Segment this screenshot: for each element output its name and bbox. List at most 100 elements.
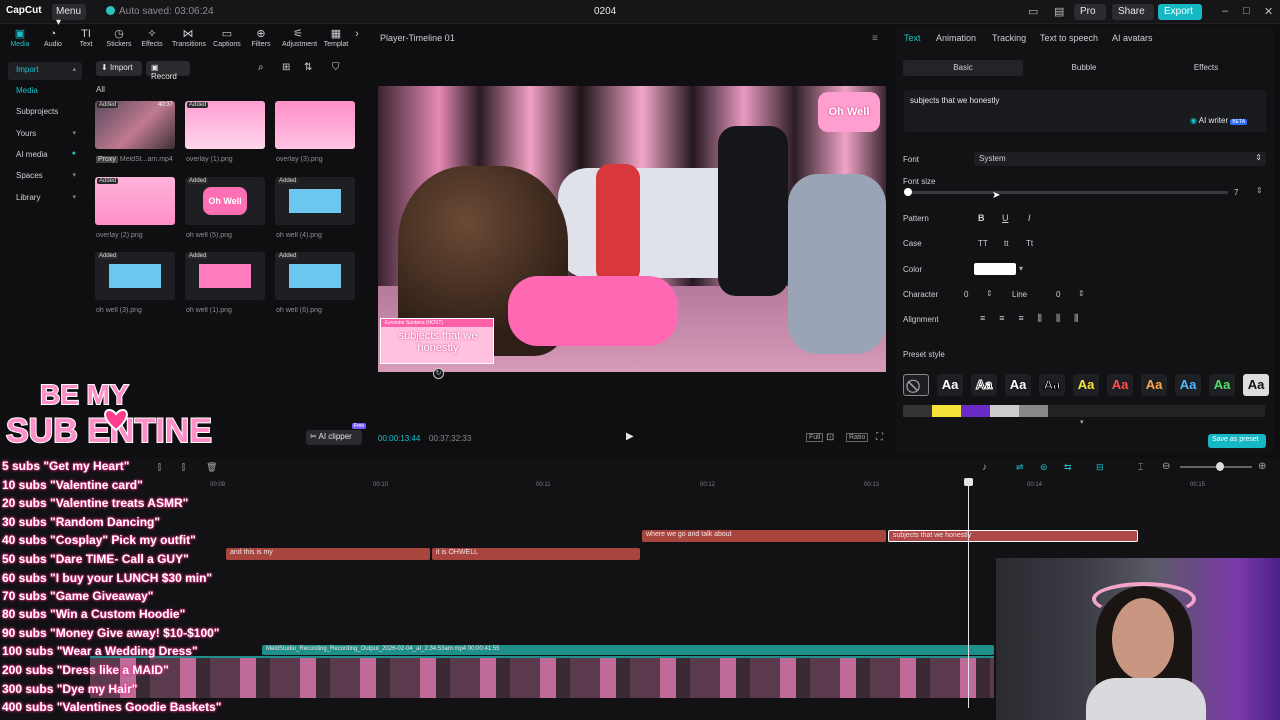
video-clip-label[interactable]: MeldStudio_Recording_Recording_Output_20… xyxy=(262,645,994,655)
align-bottom-icon[interactable]: ⫼ xyxy=(1074,313,1092,323)
preset-style-10[interactable]: Aa xyxy=(1243,374,1269,396)
text-clip[interactable]: and this is my xyxy=(226,548,430,560)
media-thumb-6[interactable]: Added xyxy=(275,177,355,225)
video-track-thumbnails[interactable] xyxy=(90,656,994,698)
preset-style-6[interactable]: Aa xyxy=(1107,374,1133,396)
share-button[interactable]: Share xyxy=(1112,4,1154,20)
snap-icon[interactable]: ⊟ xyxy=(1096,462,1104,473)
chevron-right-icon[interactable]: › xyxy=(352,28,362,41)
preset-style-9[interactable]: Aa xyxy=(1209,374,1235,396)
playhead-handle[interactable] xyxy=(964,478,973,486)
split-icon[interactable]: ⫿ xyxy=(158,462,161,473)
snapshot-icon[interactable]: ⊡ xyxy=(826,432,834,443)
text-content-input[interactable]: subjects that we honestly xyxy=(904,90,1266,132)
preset-none-icon[interactable]: ⃠ xyxy=(903,374,929,396)
case-title-button[interactable]: Tt xyxy=(1026,239,1033,248)
nav-spaces[interactable]: Spaces ▾ xyxy=(8,168,82,186)
tool-stickers[interactable]: ◷ Stickers xyxy=(103,28,135,48)
media-thumb-3[interactable] xyxy=(275,101,355,149)
hamburger-icon[interactable]: ≡ xyxy=(872,33,878,44)
sort-icon[interactable]: ⇅ xyxy=(304,62,312,73)
nav-subprojects[interactable]: Subprojects xyxy=(8,104,82,122)
record-button[interactable]: ▣ Record xyxy=(146,61,190,81)
save-preset-button[interactable]: Save as preset xyxy=(1208,434,1266,448)
stepper-icon[interactable]: ⇕ xyxy=(1078,289,1085,298)
mic-icon[interactable]: ♪ xyxy=(982,462,987,473)
media-thumb-8[interactable]: Added xyxy=(185,252,265,300)
preset-row-2[interactable] xyxy=(903,405,1265,417)
preset-style-1[interactable]: Aa xyxy=(937,374,963,396)
full-button[interactable]: Full xyxy=(806,433,824,442)
preview-axis-icon[interactable]: ⇆ xyxy=(1064,462,1072,473)
chevron-down-icon[interactable]: ▾ xyxy=(1019,264,1023,273)
minimize-icon[interactable]: – xyxy=(1222,5,1228,17)
nav-ai-media[interactable]: AI media ● xyxy=(8,147,82,165)
tab-text-to-speech[interactable]: Text to speech xyxy=(1040,33,1098,43)
case-lower-button[interactable]: tt xyxy=(1004,239,1008,248)
tab-ai-avatars[interactable]: AI avatars xyxy=(1112,33,1153,43)
media-thumb-4[interactable]: Added xyxy=(95,177,175,225)
nav-yours[interactable]: Yours ▾ xyxy=(8,126,82,144)
export-button[interactable]: Export xyxy=(1158,4,1202,20)
tool-adjustment[interactable]: ⚟ Adjustment xyxy=(282,28,317,48)
preset-style-7[interactable]: Aa xyxy=(1141,374,1167,396)
close-icon[interactable]: ✕ xyxy=(1264,5,1273,18)
font-size-value[interactable]: 7 xyxy=(1234,188,1238,197)
all-filter[interactable]: All xyxy=(96,85,105,94)
preset-style-8[interactable]: Aa xyxy=(1175,374,1201,396)
maximize-icon[interactable]: □ xyxy=(1243,5,1250,17)
nav-media[interactable]: Media xyxy=(8,83,82,101)
chevron-down-icon[interactable]: ▾ xyxy=(1080,418,1084,426)
subtab-bubble[interactable]: Bubble xyxy=(1024,60,1144,76)
zoom-slider-handle[interactable] xyxy=(1216,462,1224,471)
tab-animation[interactable]: Animation xyxy=(936,33,976,43)
character-spacing-value[interactable]: 0 xyxy=(964,290,968,299)
tool-audio[interactable]: ◔ Audio xyxy=(37,28,69,48)
playhead[interactable] xyxy=(968,478,969,708)
rotate-handle-icon[interactable]: ↻ xyxy=(433,368,444,379)
color-swatch[interactable] xyxy=(974,263,1016,275)
line-spacing-value[interactable]: 0 xyxy=(1056,290,1060,299)
media-thumb-2[interactable]: Added xyxy=(185,101,265,149)
align-right-icon[interactable]: ≡ xyxy=(1019,313,1038,323)
shortcuts-icon[interactable]: ▤ xyxy=(1054,5,1064,18)
align-middle-icon[interactable]: ⫼ xyxy=(1056,313,1074,323)
subtab-effects[interactable]: Effects xyxy=(1146,60,1266,76)
text-clip[interactable]: where we go and talk about xyxy=(642,530,886,542)
font-size-slider[interactable] xyxy=(906,191,1228,194)
font-size-stepper-icon[interactable]: ⇕ xyxy=(1256,186,1263,195)
import-button[interactable]: ⬇ Import xyxy=(96,61,142,76)
filter-icon[interactable]: ⛉ xyxy=(332,62,340,73)
caption-box[interactable]: Eyvonne Santana (HOST) subjects that we … xyxy=(380,318,494,364)
font-size-slider-handle[interactable] xyxy=(904,188,912,196)
tool-transitions[interactable]: ⋈ Transitions xyxy=(172,28,206,48)
preset-style-2[interactable]: Aa xyxy=(971,374,997,396)
fit-icon[interactable]: ⌶ xyxy=(1138,462,1143,473)
italic-icon[interactable]: I xyxy=(1028,213,1031,223)
menu-button[interactable]: Menu ▾ xyxy=(52,4,86,28)
case-upper-button[interactable]: TT xyxy=(978,239,988,248)
fullscreen-icon[interactable]: ⛶ xyxy=(876,432,883,443)
preset-style-3[interactable]: Aa xyxy=(1005,374,1031,396)
align-center-icon[interactable]: ≡ xyxy=(999,313,1018,323)
nav-library[interactable]: Library ▾ xyxy=(8,190,82,208)
ratio-button[interactable]: Ratio xyxy=(846,433,869,442)
align-left-icon[interactable]: ≡ xyxy=(980,313,999,323)
tool-captions[interactable]: ▭ Captions xyxy=(211,28,243,48)
font-select[interactable]: System ⇕ xyxy=(974,152,1266,166)
align-top-icon[interactable]: ⫼ xyxy=(1038,313,1056,323)
grid-view-icon[interactable]: ⊞ xyxy=(282,62,290,73)
media-thumb-9[interactable]: Added xyxy=(275,252,355,300)
stepper-icon[interactable]: ⇕ xyxy=(986,289,993,298)
tool-templates[interactable]: ▦ Templat xyxy=(320,28,352,48)
subtab-basic[interactable]: Basic xyxy=(903,60,1023,76)
link-icon[interactable]: ⇌ xyxy=(1016,462,1024,473)
alignment-icons[interactable]: ≡≡≡⫼⫼⫼ xyxy=(980,313,1092,324)
preset-style-4[interactable]: Aa xyxy=(1039,374,1065,396)
tab-text[interactable]: Text xyxy=(904,33,921,43)
pro-button[interactable]: Pro xyxy=(1074,4,1106,20)
ai-writer-button[interactable]: ◉ AI writer BETA xyxy=(1190,116,1248,125)
media-thumb-7[interactable]: Added xyxy=(95,252,175,300)
zoom-out-icon[interactable]: ⊖ xyxy=(1162,461,1170,472)
bold-icon[interactable]: B xyxy=(978,213,985,223)
